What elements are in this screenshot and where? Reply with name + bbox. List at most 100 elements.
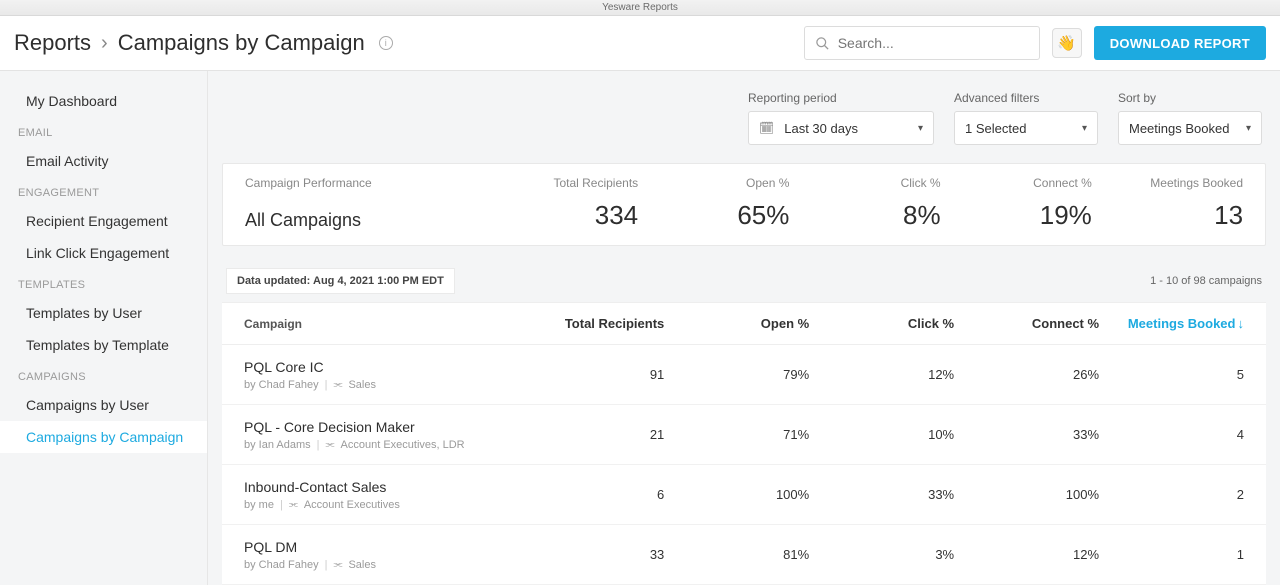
cell-connect: 33% (954, 427, 1099, 442)
sidebar-section-email: EMAIL (0, 117, 207, 145)
campaign-name: Inbound-Contact Sales (244, 479, 519, 495)
chevron-down-icon: ▾ (1246, 123, 1251, 134)
share-icon: ⫘ (333, 559, 342, 570)
table-row[interactable]: PQL Core IC by Chad Fahey | ⫘ Sales 91 7… (222, 345, 1266, 405)
sidebar-item-link-click-engagement[interactable]: Link Click Engagement (0, 237, 207, 269)
sidebar-item-templates-by-template[interactable]: Templates by Template (0, 329, 207, 361)
reporting-period-label: Reporting period (748, 91, 934, 105)
table-row[interactable]: PQL - Core Decision Maker by Ian Adams |… (222, 405, 1266, 465)
campaign-byline: by Chad Fahey (244, 559, 319, 571)
campaign-byline: by Ian Adams (244, 439, 311, 451)
search-icon (815, 36, 830, 51)
campaign-team: Account Executives, LDR (341, 439, 465, 451)
summary-col-label: Open % (638, 176, 789, 190)
table-row[interactable]: PQL DM by Chad Fahey | ⫘ Sales 33 81% 3%… (222, 525, 1266, 585)
cell-open: 71% (664, 427, 809, 442)
summary-col-value: 65% (638, 200, 789, 231)
cell-meetings-booked: 1 (1099, 547, 1244, 562)
cell-total-recipients: 6 (519, 487, 664, 502)
chevron-down-icon: ▾ (1082, 123, 1087, 134)
sidebar-section-templates: TEMPLATES (0, 269, 207, 297)
summary-title-label: Campaign Performance (245, 176, 487, 190)
cell-meetings-booked: 4 (1099, 427, 1244, 442)
summary-col-value: 19% (941, 200, 1092, 231)
campaign-team: Account Executives (304, 499, 400, 511)
sidebar-item-recipient-engagement[interactable]: Recipient Engagement (0, 205, 207, 237)
cell-meetings-booked: 5 (1099, 367, 1244, 382)
chevron-right-icon: › (101, 32, 108, 55)
sidebar-item-email-activity[interactable]: Email Activity (0, 145, 207, 177)
cell-click: 12% (809, 367, 954, 382)
campaign-name: PQL - Core Decision Maker (244, 419, 519, 435)
table-row[interactable]: Inbound-Contact Sales by me | ⫘ Account … (222, 465, 1266, 525)
campaign-byline: by me (244, 499, 274, 511)
campaigns-table: Campaign Total Recipients Open % Click %… (222, 302, 1266, 585)
data-updated-badge: Data updated: Aug 4, 2021 1:00 PM EDT (226, 268, 455, 294)
sort-by-value: Meetings Booked (1129, 121, 1229, 136)
col-header-campaign[interactable]: Campaign (244, 317, 519, 331)
search-input[interactable] (838, 35, 1029, 51)
cell-click: 33% (809, 487, 954, 502)
cell-connect: 100% (954, 487, 1099, 502)
col-header-meetings-booked[interactable]: Meetings Booked↓ (1099, 316, 1244, 331)
reporting-period-select[interactable]: 🗓 Last 30 days ▾ (748, 111, 934, 145)
top-bar: Reports › Campaigns by Campaign i 👋 DOWN… (0, 16, 1280, 71)
reporting-period-value: Last 30 days (784, 121, 858, 136)
cell-meetings-booked: 2 (1099, 487, 1244, 502)
table-header-row: Campaign Total Recipients Open % Click %… (222, 303, 1266, 345)
sidebar-item-campaigns-by-user[interactable]: Campaigns by User (0, 389, 207, 421)
sidebar-section-engagement: ENGAGEMENT (0, 177, 207, 205)
sidebar-item-my-dashboard[interactable]: My Dashboard (0, 85, 207, 117)
col-header-total-recipients[interactable]: Total Recipients (519, 316, 664, 331)
advanced-filters-label: Advanced filters (954, 91, 1098, 105)
wave-button[interactable]: 👋 (1052, 28, 1082, 58)
cell-total-recipients: 21 (519, 427, 664, 442)
col-header-open[interactable]: Open % (664, 316, 809, 331)
share-icon: ⫘ (333, 379, 342, 390)
calendar-icon: 🗓 (759, 121, 774, 135)
filter-bar: Reporting period 🗓 Last 30 days ▾ Advanc… (222, 91, 1266, 163)
campaign-name: PQL DM (244, 539, 519, 555)
campaign-name: PQL Core IC (244, 359, 519, 375)
summary-col-label: Total Recipients (487, 176, 638, 190)
sidebar: My Dashboard EMAIL Email Activity ENGAGE… (0, 71, 208, 585)
breadcrumb-page: Campaigns by Campaign (118, 30, 365, 56)
summary-title-value: All Campaigns (245, 210, 487, 231)
info-icon[interactable]: i (379, 36, 393, 50)
cell-click: 3% (809, 547, 954, 562)
cell-connect: 12% (954, 547, 1099, 562)
summary-col-value: 8% (789, 200, 940, 231)
search-box[interactable] (804, 26, 1040, 60)
sidebar-item-templates-by-user[interactable]: Templates by User (0, 297, 207, 329)
sort-by-select[interactable]: Meetings Booked ▾ (1118, 111, 1262, 145)
cell-open: 81% (664, 547, 809, 562)
main-content: Reporting period 🗓 Last 30 days ▾ Advanc… (208, 71, 1280, 585)
share-icon: ⫘ (289, 499, 298, 510)
sort-desc-icon: ↓ (1237, 316, 1244, 331)
summary-col-label: Meetings Booked (1092, 176, 1243, 190)
summary-col-label: Connect % (941, 176, 1092, 190)
advanced-filters-select[interactable]: 1 Selected ▾ (954, 111, 1098, 145)
window-titlebar: Yesware Reports (0, 0, 1280, 16)
summary-col-label: Click % (789, 176, 940, 190)
download-report-button[interactable]: DOWNLOAD REPORT (1094, 26, 1266, 60)
summary-col-value: 334 (487, 200, 638, 231)
cell-connect: 26% (954, 367, 1099, 382)
summary-card: Campaign Performance All Campaigns Total… (222, 163, 1266, 246)
cell-total-recipients: 33 (519, 547, 664, 562)
breadcrumb: Reports › Campaigns by Campaign i (14, 30, 393, 56)
share-icon: ⫘ (326, 439, 335, 450)
pagination-range: 1 - 10 of 98 campaigns (1150, 275, 1262, 287)
campaign-team: Sales (348, 379, 376, 391)
col-header-connect[interactable]: Connect % (954, 316, 1099, 331)
wave-icon: 👋 (1057, 34, 1076, 52)
cell-open: 100% (664, 487, 809, 502)
cell-open: 79% (664, 367, 809, 382)
sidebar-item-campaigns-by-campaign[interactable]: Campaigns by Campaign (0, 421, 207, 453)
sort-by-label: Sort by (1118, 91, 1262, 105)
col-header-click[interactable]: Click % (809, 316, 954, 331)
cell-total-recipients: 91 (519, 367, 664, 382)
breadcrumb-root[interactable]: Reports (14, 30, 91, 56)
sidebar-section-campaigns: CAMPAIGNS (0, 361, 207, 389)
campaign-byline: by Chad Fahey (244, 379, 319, 391)
